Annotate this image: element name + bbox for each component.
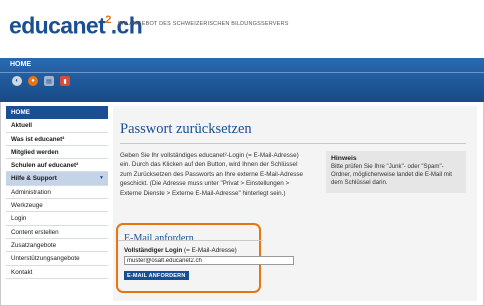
login-label-bold: Vollständiger Login <box>124 247 183 254</box>
tab-divider <box>0 72 484 73</box>
sidebar-item-kontakt[interactable]: Kontakt <box>6 266 108 279</box>
email-request-form: E-Mail anfordern Vollständiger Login (= … <box>116 223 294 293</box>
dictionary-icon[interactable]: ▮ <box>60 76 70 86</box>
sidebar-item-hilfe-support[interactable]: Hilfe & Support ▼ <box>6 172 108 186</box>
document-icon[interactable]: ▤ <box>44 76 54 86</box>
logo-main: educanet <box>9 12 106 39</box>
sidebar-item-werkzeuge[interactable]: Werkzeuge <box>6 199 108 213</box>
request-email-button[interactable]: E-MAIL ANFORDERN <box>124 271 189 280</box>
settings-icon[interactable]: ● <box>28 76 38 86</box>
sidebar-item-unterstuetzungsangebote[interactable]: Unterstützungsangebote <box>6 252 108 266</box>
hint-text: Bitte prüfen Sie Ihre "Junk"- oder "Spam… <box>331 163 452 187</box>
main-content: Passwort zurücksetzen Geben Sie Ihr voll… <box>113 106 477 301</box>
login-field-label: Vollständiger Login (= E-Mail-Adresse) <box>124 247 237 254</box>
form-heading: E-Mail anfordern <box>124 233 194 244</box>
sidebar-item-zusatzangebote[interactable]: Zusatzangebote <box>6 239 108 253</box>
top-navigation-bar: HOME <box>0 58 484 102</box>
form-divider <box>118 240 263 241</box>
sidebar-item-aktuell[interactable]: Aktuell <box>6 119 108 133</box>
sidebar-item-label: Hilfe & Support <box>11 175 57 183</box>
sidebar-nav: HOME Aktuell Was ist educanet² Mitglied … <box>6 106 108 279</box>
sidebar-item-content-erstellen[interactable]: Content erstellen <box>6 226 108 239</box>
hint-title: Hinweis <box>331 155 357 162</box>
sidebar-item-administration[interactable]: Administration <box>6 186 108 200</box>
toolbar-icons: ◐ ● ▤ ▮ <box>12 76 70 86</box>
page-title: Passwort zurücksetzen <box>120 121 252 137</box>
globe-icon[interactable]: ◐ <box>12 76 22 86</box>
intro-text: Geben Sie Ihr vollständiges educanet²-Lo… <box>120 152 304 197</box>
sidebar-item-schulen[interactable]: Schulen auf educanet² <box>6 159 108 173</box>
site-header: educanet2.ch EIN ANGEBOT DES SCHWEIZERIS… <box>0 0 484 58</box>
sidebar-item-login[interactable]: Login <box>6 212 108 226</box>
expand-triangle-icon: ▼ <box>99 175 104 182</box>
sidebar-item-mitglied-werden[interactable]: Mitglied werden <box>6 146 108 160</box>
login-label-rest: (= E-Mail-Adresse) <box>182 247 237 254</box>
hint-box: Hinweis Bitte prüfen Sie Ihre "Junk"- od… <box>326 151 466 193</box>
login-email-input[interactable] <box>124 256 294 265</box>
tagline: EIN ANGEBOT DES SCHWEIZERISCHEN BILDUNGS… <box>118 21 289 27</box>
logo-sup: 2 <box>105 14 111 26</box>
sidebar-item-home[interactable]: HOME <box>6 106 108 120</box>
tab-home[interactable]: HOME <box>10 61 31 68</box>
sidebar-item-was-ist-educanet[interactable]: Was ist educanet² <box>6 133 108 146</box>
title-divider <box>120 143 466 144</box>
